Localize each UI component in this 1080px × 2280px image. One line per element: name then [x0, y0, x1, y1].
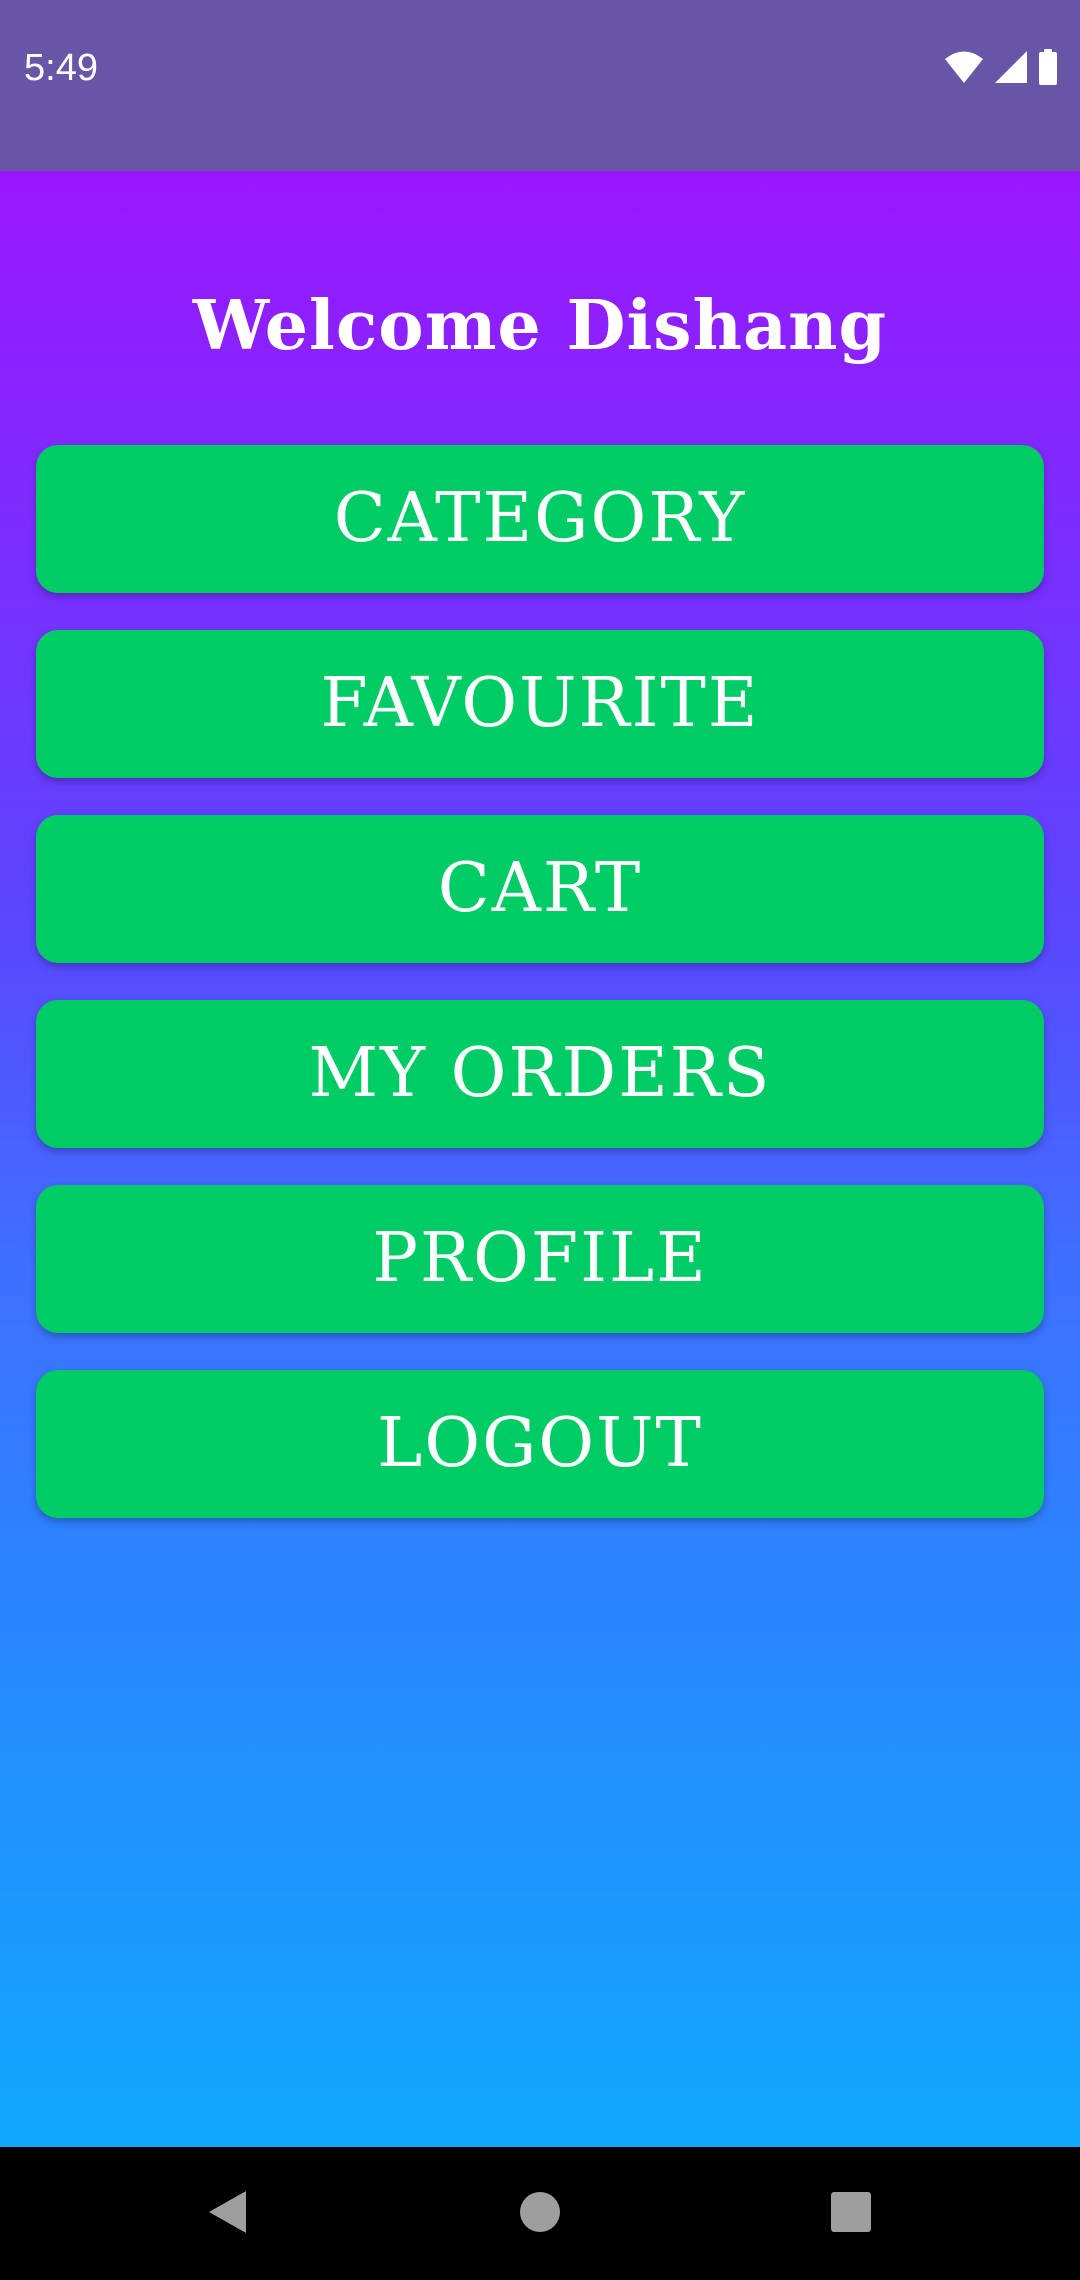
back-icon	[206, 2189, 248, 2239]
logout-button[interactable]: LOGOUT	[36, 1370, 1044, 1518]
battery-icon	[1038, 49, 1058, 85]
welcome-title: Welcome Dishang	[192, 286, 888, 366]
recents-button[interactable]	[784, 2147, 917, 2280]
home-button[interactable]	[473, 2147, 606, 2280]
recents-icon	[830, 2191, 872, 2237]
status-bar: 5:49	[0, 0, 1080, 171]
category-button[interactable]: CATEGORY	[36, 445, 1044, 593]
navigation-bar	[0, 2147, 1080, 2280]
signal-icon	[994, 50, 1028, 84]
profile-button[interactable]: PROFILE	[36, 1185, 1044, 1333]
favourite-button[interactable]: FAVOURITE	[36, 630, 1044, 778]
app-content: Welcome Dishang CATEGORY FAVOURITE CART …	[0, 171, 1080, 2147]
status-time: 5:49	[24, 47, 98, 89]
status-icons	[944, 48, 1058, 86]
main-menu: CATEGORY FAVOURITE CART MY ORDERS PROFIL…	[36, 445, 1044, 1555]
cart-button[interactable]: CART	[36, 815, 1044, 963]
back-button[interactable]	[160, 2147, 293, 2280]
wifi-icon	[944, 50, 984, 84]
home-icon	[519, 2191, 561, 2237]
my-orders-button[interactable]: MY ORDERS	[36, 1000, 1044, 1148]
